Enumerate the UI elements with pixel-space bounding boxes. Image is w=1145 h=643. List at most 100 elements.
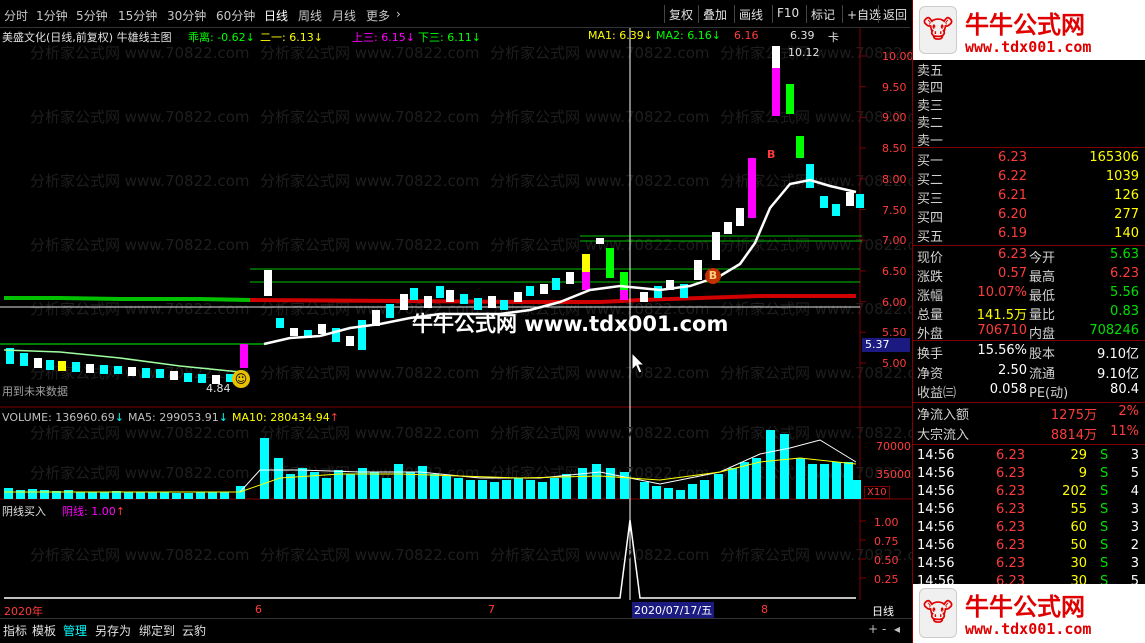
candlestick [846,192,854,206]
price-chart[interactable]: 分析家公式网 www.70822.com 分析家公式网 www.70822.com… [0,28,914,408]
bind-to-button[interactable]: 绑定到 [139,622,175,639]
watermark-tile: 分析家公式网 www.70822.com [490,364,710,382]
volume-bar [322,478,331,499]
indicator-button[interactable]: 指标 [3,622,27,639]
template-button[interactable]: 模板 [32,622,56,639]
period-15min[interactable]: 15分钟 [118,7,157,24]
current-price-tag: 5.37 [862,338,910,352]
f10-button[interactable]: F10 [772,5,803,23]
watermark-center: 牛牛公式网 www.tdx001.com [412,312,729,336]
buy-price: 6.23 [998,150,1027,165]
period-monthly[interactable]: 月线 [332,7,356,24]
period-30min[interactable]: 30分钟 [167,7,206,24]
tick-side: S [1100,538,1109,553]
buy-label: 买三 [917,192,944,207]
divider [913,402,1145,403]
stat-value: 708246 [1089,323,1139,338]
stat-label: 收益㈢ [917,386,957,401]
save-as-button[interactable]: 另存为 [95,622,131,639]
price-axis-label: 9.50 [882,80,907,94]
legend-21: 二一: 6.13↓ [260,31,323,44]
tick-side: S [1100,574,1109,584]
tick-volume: 30 [1070,574,1087,584]
buy-label: 买二 [917,173,944,188]
candlestick [620,290,628,300]
buy-label: 买五 [917,230,944,245]
subtract-icon[interactable]: - [882,622,886,636]
candlestick [460,294,468,304]
add-icon[interactable]: + [868,622,878,636]
period-5min[interactable]: 5分钟 [76,7,108,24]
candlestick [772,68,780,116]
price-axis-label: 9.00 [882,111,907,125]
watermark-tile: 分析家公式网 www.70822.com [30,546,250,564]
candlestick [526,286,534,296]
overlay-button[interactable]: 叠加 [698,5,731,23]
tick-time: 14:56 [917,484,955,499]
candlestick [582,272,590,290]
logo-url: www.tdx001.com [965,38,1092,56]
mark-button[interactable]: 标记 [806,5,839,23]
watermark-tile: 分析家公式网 www.70822.com [30,424,250,442]
candlestick [128,367,136,376]
stat-value: 80.4 [1110,382,1139,397]
legend-ma2-label: MA2 [656,29,681,42]
volume-bar [124,492,133,499]
legend-up3-label: 上三 [352,31,374,44]
volume-bar [148,492,157,499]
chevron-right-icon[interactable]: › [396,7,401,21]
legend-down3-label: 下三 [418,31,440,44]
indicator-axis-1: 1.00 [874,516,899,529]
period-more[interactable]: 更多 [366,7,390,24]
stat-label: 涨跌 [917,270,944,285]
volume-bar [728,468,737,499]
tick-count: 2 [1130,538,1139,553]
volume-bar [16,490,25,499]
cow-mascot-icon: 🐮 [919,588,957,638]
legend-ma1: MA1: 6.39↓ [588,29,653,42]
indicator-chart[interactable]: 分析家公式网 www.70822.com 分析家公式网 www.70822.com… [0,500,912,600]
draw-line-button[interactable]: 画线 [734,5,767,23]
legend-extra-3: 卡 [828,31,839,44]
stat-label: 量比 [1029,308,1056,323]
candlestick [240,344,248,368]
stat-value: 2.50 [998,362,1027,378]
volume-bar [76,492,85,499]
candlestick [606,248,614,278]
buy-price: 6.22 [998,169,1027,184]
candlestick [198,374,206,383]
period-weekly[interactable]: 周线 [298,7,322,24]
back-button[interactable]: 返回 [878,5,911,23]
volume-bar [466,480,475,499]
candlestick [786,84,794,114]
tick-price: 6.23 [996,502,1025,517]
period-60min[interactable]: 60分钟 [216,7,255,24]
volume-chart[interactable]: 分析家公式网 www.70822.com 分析家公式网 www.70822.com… [0,408,912,500]
candlestick [582,254,590,274]
restore-rights-button[interactable]: 复权 [664,5,697,23]
manage-button[interactable]: 管理 [63,622,87,639]
volume-bar [442,476,451,499]
high-price-label: 10.12 [788,46,820,59]
volume-bar [766,430,775,499]
period-fenshi[interactable]: 分时 [4,7,28,24]
legend-up3-value: 6.15 [381,31,406,44]
period-daily[interactable]: 日线 [264,7,288,24]
price-axis-label: 6.50 [882,264,907,278]
volume-bar [780,434,789,499]
candlestick [400,294,408,310]
volume-bar [260,438,269,499]
cloud-leopard-button[interactable]: 云豹 [182,622,206,639]
volume-bar [502,480,511,499]
logo-top: 🐮 牛牛公式网 www.tdx001.com [913,0,1145,60]
arrow-left-icon[interactable]: ◂ [894,622,900,636]
volume-bar [688,484,697,499]
legend-down3: 下三: 6.11↓ [418,31,481,44]
price-chart-canvas: 分析家公式网 www.70822.com 分析家公式网 www.70822.com… [0,28,912,408]
watermark-tile: 分析家公式网 www.70822.com [30,464,250,482]
period-1min[interactable]: 1分钟 [36,7,68,24]
candlestick [654,286,662,298]
stat-value: 141.5万 [976,308,1027,323]
volume-unit: X10 [864,486,890,499]
legend-ma2-value: 6.16 [687,29,712,42]
